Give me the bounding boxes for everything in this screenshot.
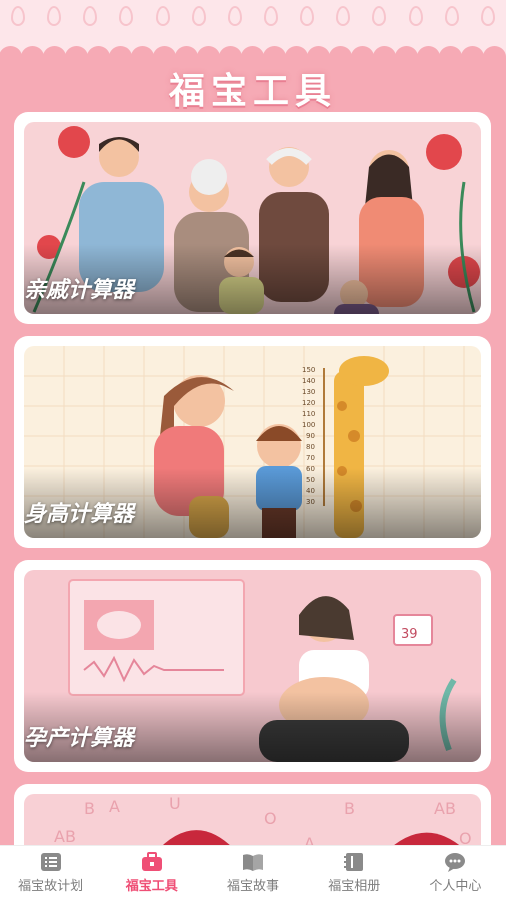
height-tick: 100 [302, 421, 315, 429]
list-icon [40, 853, 61, 871]
tab-stories-label: 福宝故事 [227, 879, 280, 894]
tab-profile-label: 个人中心 [429, 879, 482, 894]
svg-text:O: O [264, 809, 277, 828]
svg-text:A: A [109, 797, 120, 816]
tab-plan[interactable]: 福宝故计划 [0, 846, 101, 900]
page-title: 福宝工具 [168, 71, 337, 112]
svg-text:AB: AB [434, 799, 456, 818]
tab-stories[interactable]: 福宝故事 [202, 846, 303, 900]
height-calculator-label: 身高计算器 [24, 502, 135, 527]
height-tick: 130 [302, 388, 315, 396]
tab-profile[interactable]: 个人中心 [405, 846, 506, 900]
album-icon [344, 853, 364, 871]
height-tick: 70 [306, 454, 315, 462]
svg-text:B: B [344, 799, 355, 818]
height-tick: 90 [306, 432, 315, 440]
tab-album-label: 福宝相册 [328, 879, 381, 894]
tab-plan-label: 福宝故计划 [18, 879, 84, 894]
chat-bubble-icon [445, 853, 466, 872]
tab-album[interactable]: 福宝相册 [304, 846, 405, 900]
bottom-tab-bar: 福宝故计划 福宝工具 福宝故事 福宝相册 个人中心 [0, 845, 506, 900]
svg-text:U: U [169, 794, 181, 813]
tab-tools[interactable]: 福宝工具 [101, 846, 202, 900]
pregnancy-calculator-label: 孕产计算器 [24, 726, 135, 751]
tab-tools-label: 福宝工具 [125, 879, 178, 894]
height-tick: 140 [302, 377, 315, 385]
lace-header-decoration [0, 0, 506, 58]
calendar-day: 39 [401, 627, 418, 642]
height-tick: 150 [302, 366, 315, 374]
relatives-calculator-label: 亲戚计算器 [24, 278, 135, 303]
height-tick: 80 [306, 443, 315, 451]
height-calculator-illustration: 150 140 130 120 110 100 90 80 70 60 50 4… [24, 346, 481, 538]
pregnancy-calculator-card[interactable]: 39 孕产计算器 [14, 560, 491, 772]
height-calculator-card[interactable]: 150 140 130 120 110 100 90 80 70 60 50 4… [14, 336, 491, 548]
height-tick: 110 [302, 410, 315, 418]
pregnancy-calculator-illustration: 39 孕产计算器 [24, 570, 481, 762]
toolbox-icon [141, 852, 162, 871]
svg-text:AB: AB [54, 827, 76, 846]
height-tick: 120 [302, 399, 315, 407]
svg-text:B: B [84, 799, 95, 818]
relatives-calculator-card[interactable]: 亲戚计算器 [14, 112, 491, 324]
relatives-calculator-illustration: 亲戚计算器 [24, 122, 481, 314]
book-icon [243, 854, 263, 871]
